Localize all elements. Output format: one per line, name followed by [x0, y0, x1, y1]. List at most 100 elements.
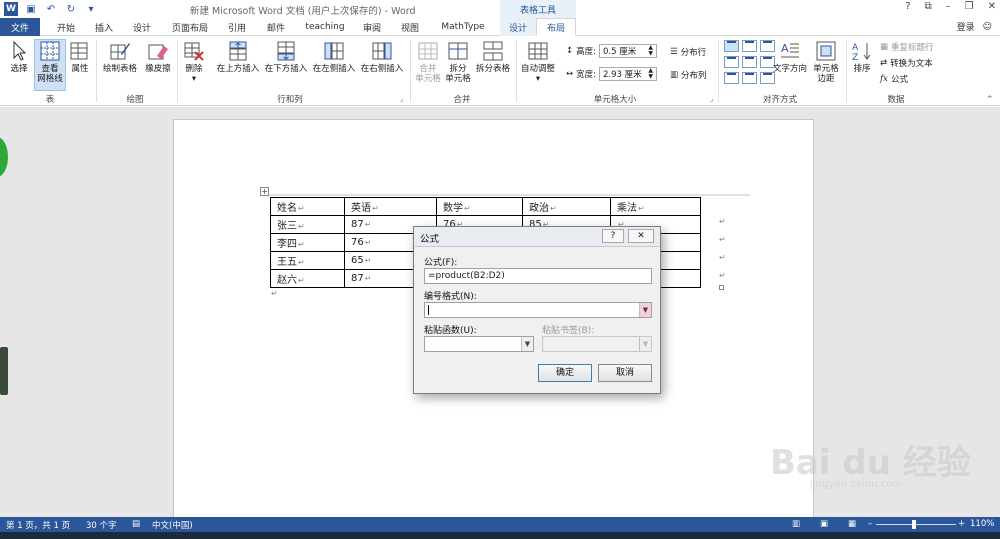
dialog-help-button[interactable]: ? [602, 229, 624, 243]
language-indicator[interactable]: 中文(中国) [152, 519, 193, 531]
zoom-out-icon[interactable]: – [868, 519, 872, 529]
tab-mathtype[interactable]: MathType [434, 18, 492, 36]
side-panel-widget[interactable] [0, 347, 8, 395]
table-move-handle-icon[interactable]: + [260, 187, 269, 196]
close-window-icon[interactable]: ✕ [988, 1, 996, 12]
table-cell[interactable]: 张三↵ [270, 215, 345, 234]
dialog-close-button[interactable]: ✕ [628, 229, 654, 243]
tab-references[interactable]: 引用 [219, 18, 255, 36]
properties-button[interactable]: 属性 [68, 40, 92, 74]
cell-margins-button[interactable]: 单元格 边距 [810, 40, 842, 84]
print-layout-icon[interactable]: ▣ [820, 519, 828, 529]
tab-table-layout[interactable]: 布局 [536, 18, 576, 36]
align-bottom-left[interactable] [724, 72, 739, 84]
combo-arrow-icon[interactable]: ▼ [639, 303, 651, 317]
save-icon[interactable]: ▣ [24, 2, 38, 16]
floating-green-badge[interactable] [0, 137, 8, 177]
formula-button[interactable]: fx 公式 [880, 73, 908, 85]
number-format-combobox[interactable]: ▼ [424, 302, 652, 318]
zoom-slider-thumb[interactable] [912, 520, 916, 529]
restore-icon[interactable]: ❐ [965, 1, 974, 12]
qat-customize-icon[interactable]: ▾ [84, 2, 98, 16]
select-button[interactable]: 选择 [6, 40, 32, 74]
dialog-launcher-icon[interactable]: ⌟ [710, 95, 713, 103]
table-cell[interactable]: 英语↵ [344, 197, 437, 216]
minimize-icon[interactable]: – [946, 1, 951, 12]
eraser-button[interactable]: 橡皮擦 [142, 40, 174, 74]
table-cell[interactable]: 政治↵ [522, 197, 611, 216]
split-cells-button[interactable]: 拆分 单元格 [444, 40, 472, 84]
combo-arrow-icon[interactable]: ▼ [521, 337, 533, 351]
align-top-center[interactable] [742, 40, 757, 52]
ok-button[interactable]: 确定 [538, 364, 592, 382]
row-height-value: 0.5 厘米 [603, 47, 637, 57]
table-cell[interactable]: 赵六↵ [270, 269, 345, 288]
distribute-columns-button[interactable]: ▥ 分布列 [670, 69, 707, 81]
align-bottom-center[interactable] [742, 72, 757, 84]
align-middle-center[interactable] [742, 56, 757, 68]
align-top-left[interactable] [724, 40, 739, 52]
split-table-button[interactable]: 拆分表格 [474, 40, 512, 74]
tab-design[interactable]: 设计 [124, 18, 160, 36]
web-layout-icon[interactable]: ▦ [848, 519, 856, 529]
convert-to-text-button[interactable]: ⇄ 转换为文本 [880, 57, 933, 69]
sign-in[interactable]: 登录 ☺ [957, 20, 992, 34]
tab-home[interactable]: 开始 [48, 18, 84, 36]
collapse-ribbon-icon[interactable]: ⌃ [986, 95, 994, 105]
view-gridlines-button[interactable]: 查看 网格线 [34, 39, 66, 91]
sign-in-label[interactable]: 登录 [957, 20, 975, 33]
table-cell[interactable]: 李四↵ [270, 233, 345, 252]
column-width-spinner[interactable]: 2.93 厘米 ▲ ▼ [599, 67, 657, 81]
table-resize-handle-icon[interactable] [719, 285, 724, 290]
help-icon[interactable]: ? [905, 1, 910, 12]
tab-mailings[interactable]: 邮件 [258, 18, 294, 36]
insert-above-button[interactable]: 在上方插入 [214, 40, 262, 74]
insert-below-button[interactable]: 在下方插入 [262, 40, 310, 74]
distribute-rows-button[interactable]: ☰ 分布行 [670, 46, 706, 58]
table-cell[interactable]: 姓名↵ [270, 197, 345, 216]
table-cell[interactable]: 数学↵ [436, 197, 523, 216]
text-direction-button[interactable]: A 文字方向 [772, 40, 808, 74]
zoom-level[interactable]: 110% [970, 519, 994, 529]
tab-insert[interactable]: 插入 [86, 18, 122, 36]
spinner-arrows-icon[interactable]: ▲ ▼ [648, 45, 653, 57]
paste-function-combobox[interactable]: ▼ [424, 336, 534, 352]
table-header-row[interactable]: 姓名↵ 英语↵ 数学↵ 政治↵ 乘法↵ [270, 197, 701, 216]
table-cell[interactable]: 王五↵ [270, 251, 345, 270]
ribbon-display-icon[interactable]: ⧉ [925, 1, 932, 12]
redo-icon[interactable]: ↻ [64, 2, 78, 16]
zoom-in-icon[interactable]: + [958, 519, 965, 529]
tab-review[interactable]: 审阅 [356, 18, 388, 36]
cancel-button[interactable]: 取消 [598, 364, 652, 382]
os-taskbar [0, 532, 1000, 539]
proofing-icon[interactable]: ▤ [132, 519, 140, 529]
draw-table-button[interactable]: 绘制表格 [100, 40, 140, 74]
undo-icon[interactable]: ↶ [44, 2, 58, 16]
tab-file[interactable]: 文件 [0, 18, 40, 36]
dialog-titlebar[interactable]: 公式 ? ✕ [414, 227, 660, 247]
dialog-launcher-icon[interactable]: ⌟ [400, 95, 403, 103]
tab-view[interactable]: 视图 [394, 18, 426, 36]
paste-bookmark-combobox[interactable]: ▼ [542, 336, 652, 352]
word-count[interactable]: 30 个字 [86, 519, 117, 531]
sort-button[interactable]: AZ 排序 [850, 40, 874, 74]
delete-button[interactable]: 删除 ▾ [180, 40, 208, 84]
insert-left-button[interactable]: 在左侧插入 [310, 40, 358, 74]
row-height-spinner[interactable]: 0.5 厘米 ▲ ▼ [599, 44, 657, 58]
smiley-icon[interactable]: ☺ [983, 22, 992, 32]
page-count[interactable]: 第 1 页，共 1 页 [6, 519, 70, 531]
autofit-button[interactable]: 自动调整 ▾ [518, 40, 558, 84]
insert-right-button[interactable]: 在右侧插入 [358, 40, 406, 74]
spinner-arrows-icon[interactable]: ▲ ▼ [648, 68, 653, 80]
table-cell[interactable]: 乘法↵ [610, 197, 701, 216]
tab-page-layout[interactable]: 页面布局 [165, 18, 215, 36]
align-middle-left[interactable] [724, 56, 739, 68]
number-format-label: 编号格式(N): [424, 292, 477, 302]
tab-table-design[interactable]: 设计 [500, 18, 536, 36]
repeat-header-rows-button[interactable]: ▦ 重复标题行 [880, 41, 934, 53]
formula-input[interactable]: =product(B2:D2) [424, 268, 652, 284]
tab-teaching[interactable]: teaching [300, 18, 350, 36]
merge-cells-button[interactable]: 合并 单元格 [414, 40, 442, 84]
read-mode-icon[interactable]: ▥ [792, 519, 800, 529]
zoom-slider-track[interactable] [876, 524, 956, 525]
